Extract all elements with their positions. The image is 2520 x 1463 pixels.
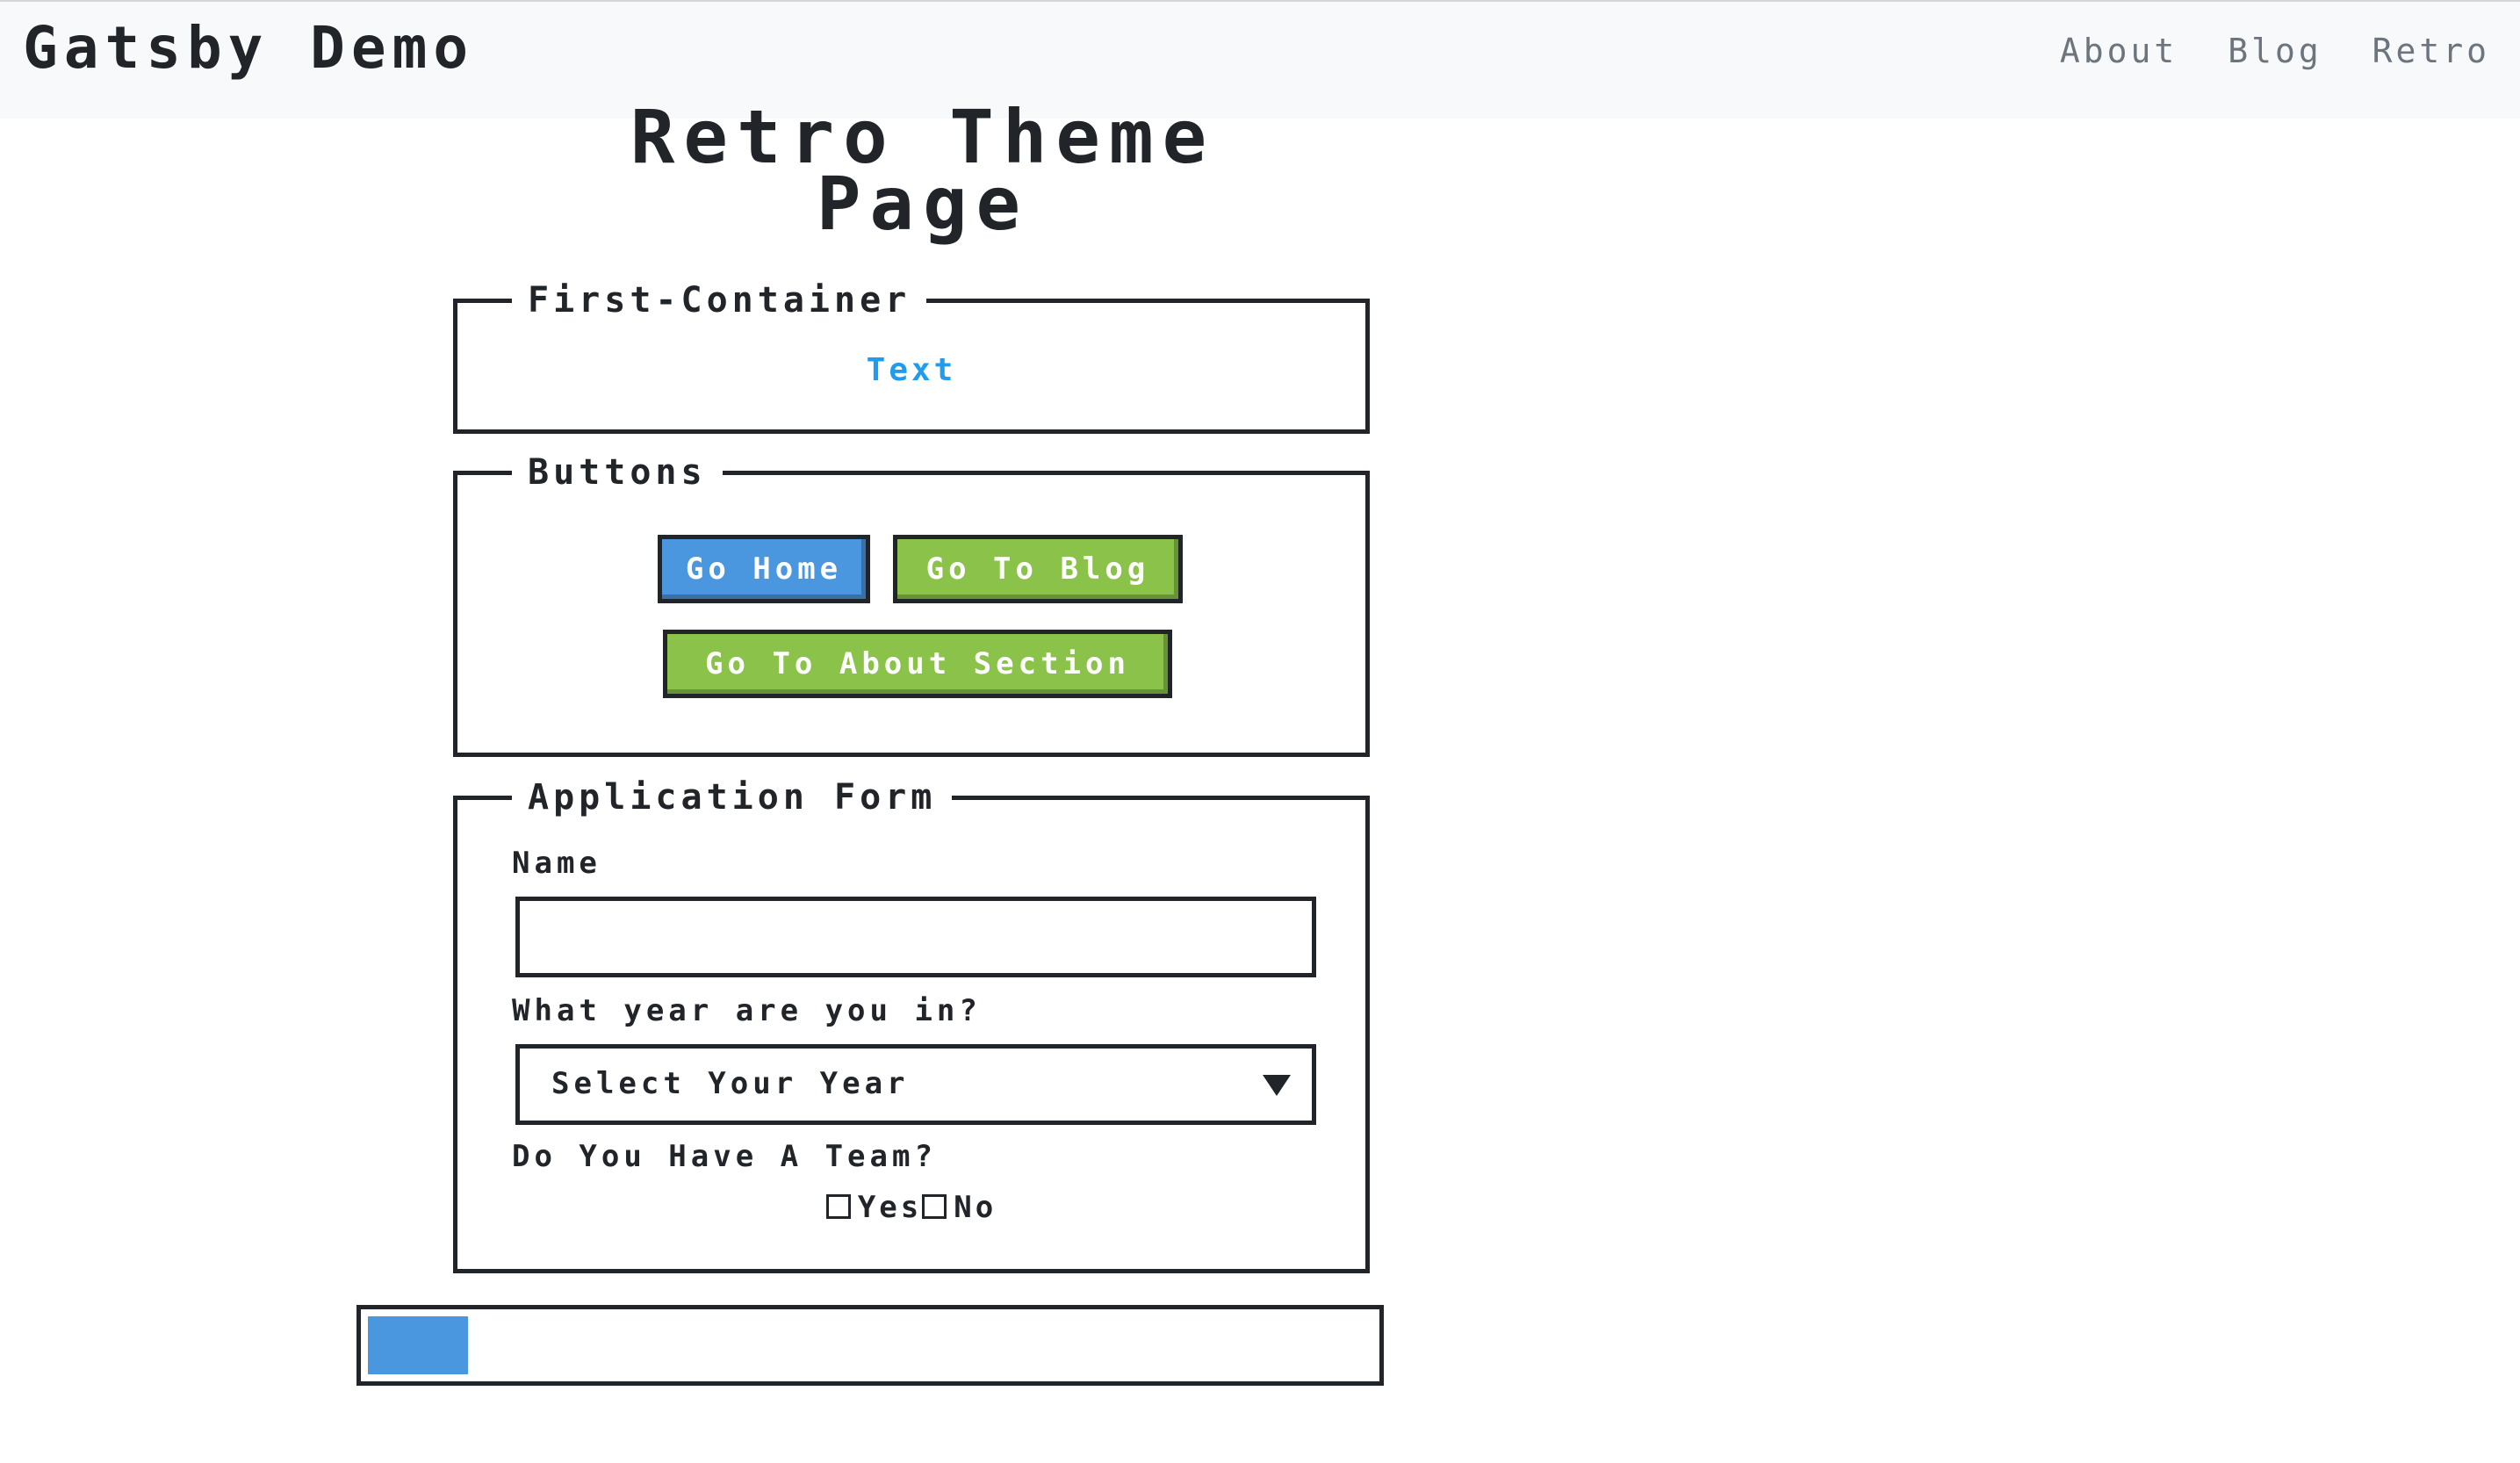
year-select[interactable]: Select Your Year bbox=[515, 1044, 1316, 1125]
nav-link-about[interactable]: About bbox=[2060, 32, 2178, 70]
name-label: Name bbox=[512, 846, 601, 881]
page-title: Retro Theme Page bbox=[630, 94, 1216, 247]
first-container-title: First-Container bbox=[512, 278, 927, 322]
team-options: Yes No bbox=[457, 1190, 1365, 1225]
team-no-label: No bbox=[954, 1190, 997, 1225]
brand-link[interactable]: Gatsby Demo bbox=[23, 14, 474, 82]
year-label: What year are you in? bbox=[512, 993, 982, 1028]
name-input[interactable] bbox=[515, 897, 1316, 977]
team-label: Do You Have A Team? bbox=[512, 1139, 937, 1174]
go-to-about-button[interactable]: Go To About Section bbox=[663, 630, 1172, 698]
progress-fill bbox=[368, 1316, 469, 1374]
navbar: Gatsby Demo About Blog Retro bbox=[0, 2, 2520, 119]
buttons-container-title: Buttons bbox=[512, 450, 723, 494]
go-to-blog-button[interactable]: Go To Blog bbox=[893, 535, 1183, 603]
application-form-title: Application Form bbox=[512, 775, 953, 819]
text-link[interactable]: Text bbox=[457, 352, 1365, 388]
nav-link-retro[interactable]: Retro bbox=[2372, 32, 2490, 70]
team-yes-label: Yes bbox=[857, 1190, 923, 1225]
go-home-button[interactable]: Go Home bbox=[658, 535, 870, 603]
chevron-down-icon bbox=[1263, 1075, 1291, 1096]
nav-link-blog[interactable]: Blog bbox=[2228, 32, 2322, 70]
year-select-value: Select Your Year bbox=[551, 1066, 910, 1101]
team-no-checkbox[interactable] bbox=[922, 1194, 947, 1219]
application-form: Application Form Name What year are you … bbox=[453, 775, 1370, 1273]
buttons-container: Buttons Go Home Go To Blog Go To About S… bbox=[453, 450, 1370, 757]
team-yes-checkbox[interactable] bbox=[825, 1194, 851, 1219]
progress-bar bbox=[356, 1305, 1384, 1386]
nav-links: About Blog Retro bbox=[2034, 32, 2490, 70]
first-container: First-Container Text bbox=[453, 278, 1370, 434]
